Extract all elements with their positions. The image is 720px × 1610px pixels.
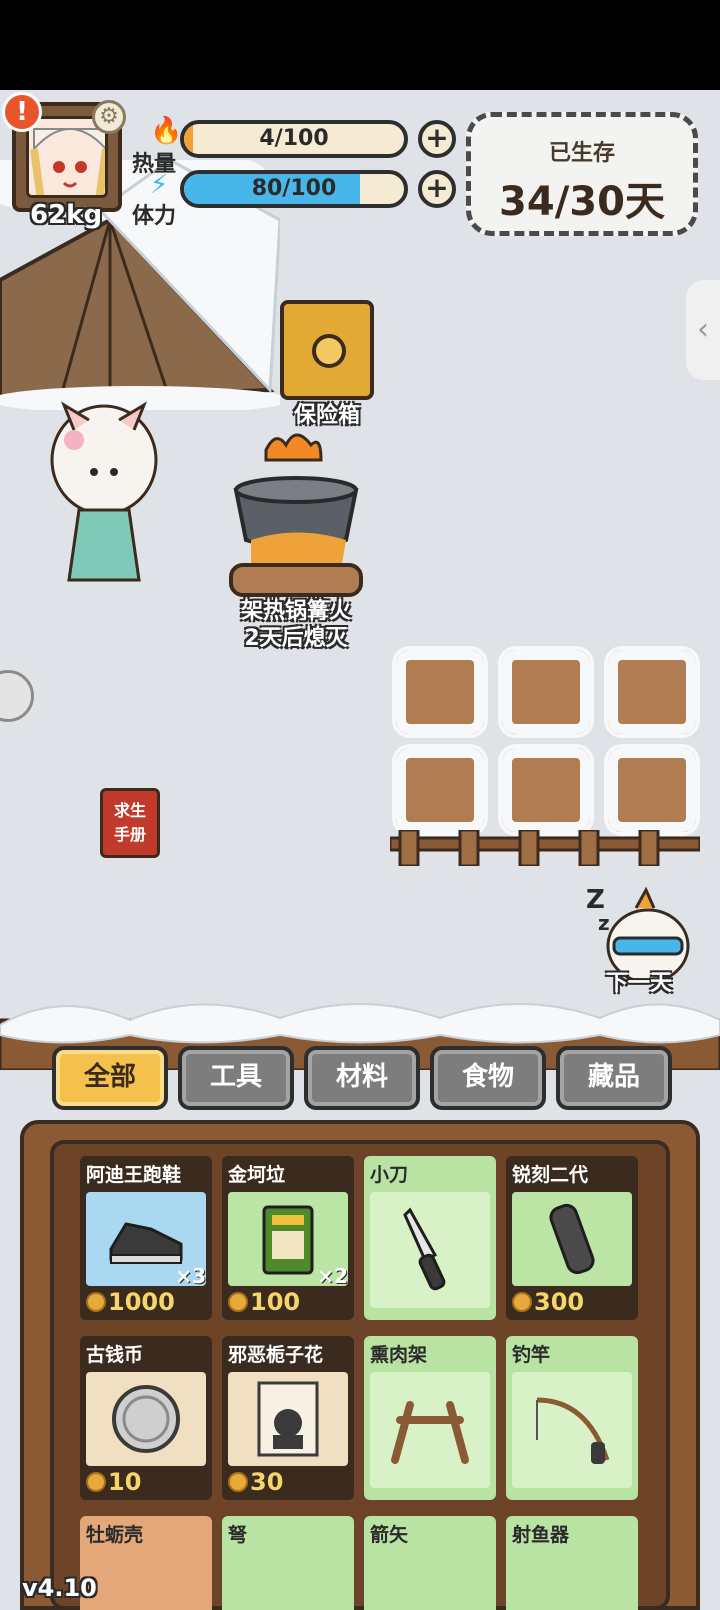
item-name: 邪恶栀子花 [228,1344,324,1366]
item-name: 射鱼器 [512,1524,570,1546]
flame-icon: 🔥 [150,116,183,146]
coin-icon [86,1472,106,1492]
fishing-rod-icon [536,1397,610,1464]
stamina-label: 体力 [132,204,177,229]
item-card[interactable]: 古钱币 10 [80,1336,212,1500]
add-heat-button[interactable]: + [418,120,456,158]
item-image [370,1372,490,1488]
item-card[interactable]: 熏肉架 [364,1336,496,1500]
survival-manual-button[interactable]: 求生 手册 [100,788,160,858]
svg-text:z: z [598,911,610,935]
farm-plot[interactable] [392,646,488,738]
campfire-status: 2天后熄灭 [244,626,348,651]
tab-materials[interactable]: 材料 [304,1046,420,1110]
farm-plot[interactable] [604,744,700,836]
fence [390,830,700,866]
item-name: 小刀 [370,1164,409,1186]
survival-label: 已生存 [548,141,615,166]
item-card[interactable]: 锐刻二代 300 [506,1156,638,1320]
coin-icon [228,1292,248,1312]
item-name: 锐刻二代 [512,1164,589,1186]
manual-label-line1: 求生 [113,801,146,820]
gear-icon[interactable]: ⚙ [92,100,126,134]
farm-plot[interactable] [498,744,594,836]
e-cigarette-icon [549,1203,595,1275]
campfire-title: 架热锅篝火 [240,599,351,624]
item-card[interactable]: 弩 [222,1516,354,1610]
survival-days: 34/30天 [499,179,665,225]
tab-food[interactable]: 食物 [430,1046,546,1110]
item-image [228,1372,348,1466]
game-scene: ! ⚙ 62kg 🔥 热量 4/100 + ⚡ 体力 80/100 + 已生存 … [0,90,720,1610]
side-panel-handle[interactable]: ‹ [686,280,720,380]
survival-counter: 已生存 34/30天 [466,112,698,236]
item-price: 1000 [86,1288,175,1316]
floating-assist-button[interactable] [0,670,34,722]
item-image [86,1372,206,1466]
item-image [512,1372,632,1488]
item-card[interactable]: 钓竿 [506,1336,638,1500]
item-card[interactable]: 箭矢 [364,1516,496,1610]
item-name: 钓竿 [512,1344,551,1366]
add-stamina-button[interactable]: + [418,170,456,208]
item-quantity: ×3 [175,1264,206,1288]
knife-icon [403,1207,446,1291]
tab-tools[interactable]: 工具 [178,1046,294,1110]
category-tabs: 全部 工具 材料 食物 藏品 [46,1046,676,1114]
coin-icon [512,1292,532,1312]
item-card[interactable]: 金坷垃 ×2 100 [222,1156,354,1320]
item-image [512,1192,632,1286]
coin-icon [228,1472,248,1492]
coin-icon [112,1385,180,1453]
item-name: 箭矢 [370,1524,409,1546]
farm-plot[interactable] [604,646,700,738]
coin-icon [86,1292,106,1312]
item-card[interactable]: 小刀 [364,1156,496,1320]
safe-label: 保险箱 [293,403,360,428]
book-icon [257,1381,319,1457]
farm-plot[interactable] [498,646,594,738]
manual-label-line2: 手册 [113,825,146,844]
item-card[interactable]: 邪恶栀子花 30 [222,1336,354,1500]
tab-all[interactable]: 全部 [52,1046,168,1110]
player-character[interactable] [44,400,164,600]
item-name: 古钱币 [86,1344,144,1366]
item-name: 熏肉架 [370,1344,428,1366]
item-name: 金坷垃 [228,1164,286,1186]
item-quantity: ×2 [317,1264,348,1288]
sneaker-icon [109,1222,183,1264]
item-price: 10 [86,1468,141,1496]
safe-dial-icon [312,334,346,368]
alert-icon[interactable]: ! [2,92,42,132]
farm-plot[interactable] [392,744,488,836]
player-weight: 62kg [30,200,103,230]
item-card[interactable]: 阿迪王跑鞋 ×3 1000 [80,1156,212,1320]
rack-icon [391,1401,469,1464]
item-price: 300 [512,1288,584,1316]
item-name: 牡蛎壳 [86,1524,144,1546]
item-price: 30 [228,1468,283,1496]
stamina-bar: 80/100 [180,170,408,208]
item-card[interactable]: 牡蛎壳 [80,1516,212,1610]
item-image [370,1192,490,1308]
status-bar [0,0,720,90]
heat-bar: 4/100 [180,120,408,158]
safe[interactable] [280,300,374,400]
stamina-value: 80/100 [251,176,337,201]
fertilizer-bag-icon [262,1205,314,1275]
tab-collectibles[interactable]: 藏品 [556,1046,672,1110]
version-label: v4.10 [22,1574,97,1602]
campfire-pot[interactable] [226,430,366,610]
item-name: 阿迪王跑鞋 [86,1164,182,1186]
heat-value: 4/100 [259,126,329,151]
item-card[interactable]: 射鱼器 [506,1516,638,1610]
inventory-grid: 阿迪王跑鞋 ×3 1000 金坷垃 ×2 100 小刀 锐刻二代 300 古钱币… [76,1150,644,1610]
item-price: 100 [228,1288,300,1316]
item-name: 弩 [228,1524,248,1546]
lightning-icon: ⚡ [150,170,169,200]
